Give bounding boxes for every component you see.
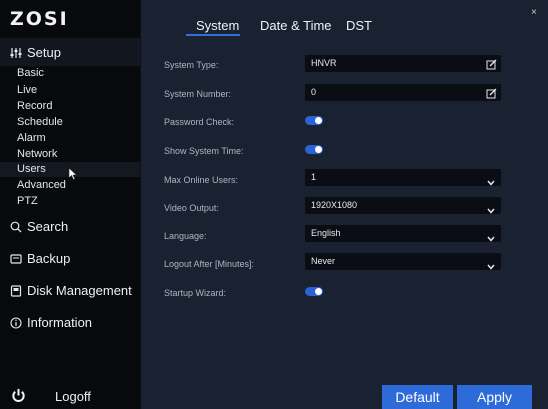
video-output-value: 1920X1080: [311, 200, 358, 210]
settings-sliders-icon: [9, 46, 23, 60]
edit-icon[interactable]: [486, 86, 497, 104]
sidebar-item-backup-label: Backup: [27, 251, 71, 266]
tab-system[interactable]: System: [196, 18, 239, 33]
toggle-knob: [315, 146, 322, 153]
edit-icon[interactable]: [486, 57, 497, 75]
sidebar-item-search[interactable]: Search: [9, 219, 68, 234]
password-check-toggle[interactable]: [305, 116, 323, 125]
sidebar-item-information-label: Information: [27, 315, 93, 330]
sidebar-item-search-label: Search: [27, 219, 69, 234]
system-number-label: System Number:: [164, 89, 232, 99]
apply-button[interactable]: Apply: [457, 385, 532, 409]
sidebar-item-disk-management-label: Disk Management: [27, 283, 132, 298]
sidebar-item-backup[interactable]: Backup: [9, 251, 70, 266]
language-value: English: [311, 228, 341, 238]
close-icon[interactable]: ×: [531, 7, 537, 18]
disk-icon: [9, 284, 23, 298]
logout-after-select[interactable]: Never: [305, 253, 501, 270]
logout-after-label: Logout After [Minutes]:: [164, 259, 255, 269]
chevron-down-icon: [487, 229, 495, 247]
toggle-knob: [315, 288, 322, 295]
sidebar-active-indicator: [137, 38, 140, 66]
sidebar-item-basic[interactable]: Basic: [17, 67, 44, 79]
chevron-down-icon: [487, 173, 495, 191]
sidebar-item-users[interactable]: Users: [17, 163, 46, 175]
max-online-users-value: 1: [311, 172, 317, 182]
system-type-label: System Type:: [164, 60, 219, 70]
power-icon[interactable]: [11, 388, 26, 408]
sidebar-item-schedule[interactable]: Schedule: [17, 116, 63, 128]
chevron-down-icon: [487, 201, 495, 219]
sidebar-item-record[interactable]: Record: [17, 100, 52, 112]
tab-dst[interactable]: DST: [346, 18, 372, 33]
chevron-down-icon: [487, 257, 495, 275]
sidebar: ZOSI Setup Basic Live Record Schedule Al…: [0, 0, 140, 409]
info-icon: [9, 316, 23, 330]
system-number-value: 0: [311, 87, 317, 97]
zosi-logo: ZOSI: [10, 8, 69, 30]
video-output-select[interactable]: 1920X1080: [305, 197, 501, 214]
startup-wizard-label: Startup Wizard:: [164, 288, 227, 298]
search-icon: [9, 220, 23, 234]
system-number-field[interactable]: 0: [305, 84, 501, 101]
language-select[interactable]: English: [305, 225, 501, 242]
sidebar-item-alarm[interactable]: Alarm: [17, 132, 46, 144]
tab-date-time[interactable]: Date & Time: [260, 18, 332, 33]
show-system-time-toggle[interactable]: [305, 145, 323, 154]
sidebar-item-ptz[interactable]: PTZ: [17, 195, 38, 207]
system-type-value: HNVR: [311, 58, 337, 68]
language-label: Language:: [164, 231, 207, 241]
default-button[interactable]: Default: [382, 385, 453, 409]
backup-icon: [9, 252, 23, 266]
show-system-time-label: Show System Time:: [164, 146, 244, 156]
toggle-knob: [315, 117, 322, 124]
system-type-field[interactable]: HNVR: [305, 55, 501, 72]
logoff-button[interactable]: Logoff: [55, 389, 91, 404]
sidebar-item-live[interactable]: Live: [17, 84, 37, 96]
password-check-label: Password Check:: [164, 117, 235, 127]
video-output-label: Video Output:: [164, 203, 219, 213]
active-tab-indicator: [186, 34, 240, 36]
mouse-pointer-icon: [68, 167, 78, 185]
sidebar-item-disk-management[interactable]: Disk Management: [9, 283, 132, 298]
startup-wizard-toggle[interactable]: [305, 287, 323, 296]
sidebar-item-setup[interactable]: Setup: [0, 38, 140, 66]
max-online-users-select[interactable]: 1: [305, 169, 501, 186]
sidebar-item-advanced[interactable]: Advanced: [17, 179, 66, 191]
sidebar-item-setup-label: Setup: [27, 45, 61, 60]
max-online-users-label: Max Online Users:: [164, 175, 239, 185]
sidebar-item-information[interactable]: Information: [9, 315, 92, 330]
sidebar-item-network[interactable]: Network: [17, 148, 57, 160]
logout-after-value: Never: [311, 256, 336, 266]
